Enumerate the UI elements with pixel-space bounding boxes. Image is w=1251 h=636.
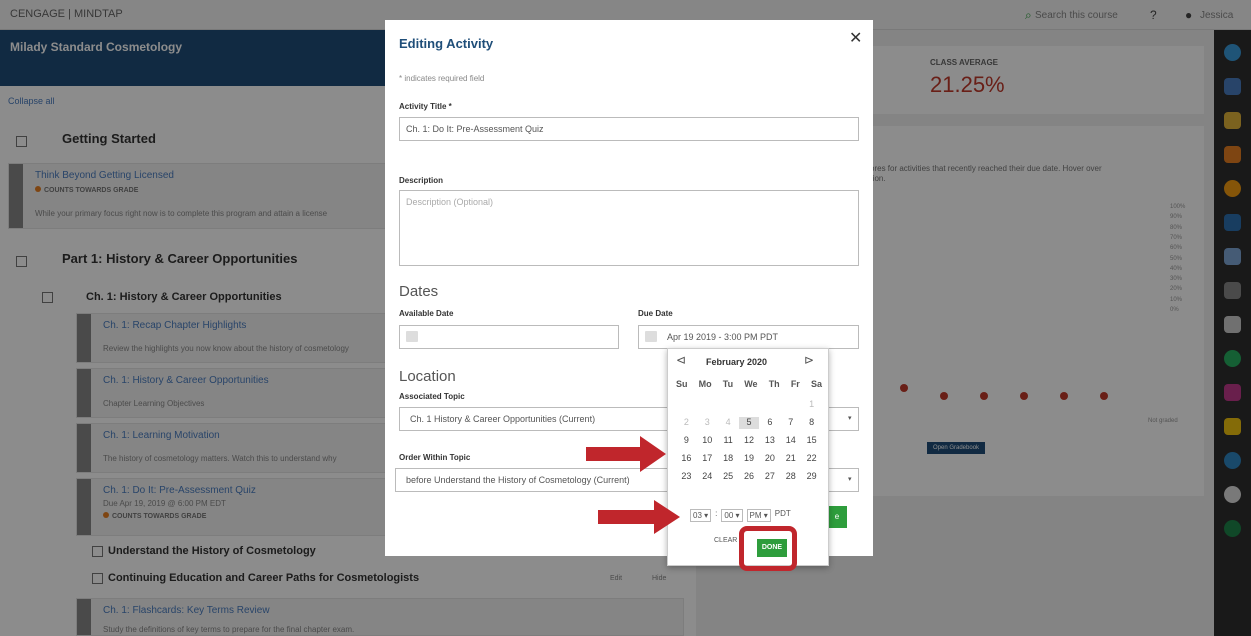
description-field[interactable]: Description (Optional) — [399, 190, 859, 266]
time-picker: 03 ▾ : 00 ▾ PM ▾ PDT — [690, 509, 791, 522]
calendar-day[interactable]: 29 — [801, 471, 822, 483]
close-icon[interactable]: ✕ — [849, 28, 862, 48]
calendar-day-empty — [718, 399, 739, 411]
calendar-day-empty — [759, 399, 780, 411]
location-heading: Location — [399, 368, 456, 385]
calendar-day-empty — [739, 399, 760, 411]
required-note: * indicates required field — [399, 74, 485, 83]
chevron-down-icon: ▾ — [848, 415, 852, 422]
calendar-day[interactable]: 24 — [697, 471, 718, 483]
calendar-icon[interactable] — [645, 331, 657, 342]
calendar-day-empty — [676, 399, 697, 411]
available-date-field[interactable] — [399, 325, 619, 349]
calendar-day[interactable]: 9 — [676, 435, 697, 447]
month-label: February 2020 — [706, 357, 768, 367]
calendar-icon[interactable] — [406, 331, 418, 342]
weekday: Mo — [698, 379, 712, 389]
calendar-day[interactable]: 15 — [801, 435, 822, 447]
weekday: Su — [676, 379, 688, 389]
time-separator: : — [715, 509, 718, 518]
calendar-day[interactable]: 11 — [718, 435, 739, 447]
weekday-header: Su Mo Tu We Th Fr Sa — [676, 379, 822, 389]
calendar-day[interactable]: 12 — [739, 435, 760, 447]
order-value: before Understand the History of Cosmeto… — [406, 475, 630, 485]
dialog-title: Editing Activity — [399, 36, 494, 51]
calendar-day[interactable]: 27 — [759, 471, 780, 483]
weekday: Fr — [790, 379, 800, 389]
weekday: Sa — [810, 379, 822, 389]
activity-title-label: Activity Title * — [399, 102, 452, 111]
calendar-day[interactable]: 14 — [780, 435, 801, 447]
ampm-value: PM — [749, 511, 762, 520]
calendar-day[interactable]: 10 — [697, 435, 718, 447]
calendar-day[interactable]: 6 — [759, 417, 780, 429]
clear-button[interactable]: CLEAR — [714, 537, 737, 544]
ampm-select[interactable]: PM ▾ — [746, 509, 771, 522]
calendar-day[interactable]: 8 — [801, 417, 822, 429]
calendar-day[interactable]: 19 — [739, 453, 760, 465]
day-grid: 1 2 3 4 5 6 7 8 9 10 11 12 13 14 15 16 17 18 19 20 21 22 23 24 2… — [676, 399, 822, 483]
calendar-day[interactable]: 22 — [801, 453, 822, 465]
due-date-field[interactable]: Apr 19 2019 - 3:00 PM PDT — [638, 325, 859, 349]
calendar-day[interactable]: 23 — [676, 471, 697, 483]
associated-topic-label: Associated Topic — [399, 392, 465, 401]
calendar-day-empty — [697, 399, 718, 411]
calendar-day-empty — [780, 399, 801, 411]
chevron-down-icon: ▾ — [848, 476, 852, 483]
dates-heading: Dates — [399, 283, 439, 300]
done-highlight-box — [739, 526, 797, 571]
weekday: We — [744, 379, 758, 389]
associated-topic-value: Ch. 1 History & Career Opportunities (Cu… — [410, 414, 596, 424]
arrow-right-icon — [598, 500, 680, 534]
due-date-value[interactable]: Apr 19 2019 - 3:00 PM PDT — [667, 332, 778, 342]
calendar-day[interactable]: 21 — [780, 453, 801, 465]
available-date-label: Available Date — [399, 309, 454, 318]
calendar-day[interactable]: 4 — [718, 417, 739, 429]
calendar-day[interactable]: 28 — [780, 471, 801, 483]
calendar-day[interactable]: 17 — [697, 453, 718, 465]
next-month-icon[interactable]: ⊳ — [804, 353, 814, 367]
timezone-label: PDT — [774, 509, 791, 518]
calendar-day[interactable]: 13 — [759, 435, 780, 447]
description-label: Description — [399, 176, 444, 185]
minute-value: 00 — [724, 511, 734, 520]
calendar-day[interactable]: 20 — [759, 453, 780, 465]
calendar-day[interactable]: 1 — [801, 399, 822, 411]
calendar-day[interactable]: 7 — [780, 417, 801, 429]
prev-month-icon[interactable]: ⊲ — [676, 353, 686, 367]
due-date-label: Due Date — [638, 309, 673, 318]
weekday: Tu — [722, 379, 734, 389]
save-button[interactable]: e — [827, 506, 847, 528]
hour-value: 03 — [693, 511, 702, 520]
activity-title-input[interactable]: Ch. 1: Do It: Pre-Assessment Quiz — [399, 117, 859, 141]
order-label: Order Within Topic — [399, 453, 471, 462]
calendar-day[interactable]: 3 — [697, 417, 718, 429]
calendar-day[interactable]: 26 — [739, 471, 760, 483]
calendar-day[interactable]: 16 — [676, 453, 697, 465]
minute-select[interactable]: 00 ▾ — [721, 509, 743, 522]
hour-select[interactable]: 03 ▾ — [690, 509, 712, 522]
calendar-day[interactable]: 5 — [738, 417, 760, 429]
arrow-right-icon — [586, 436, 666, 472]
calendar-day[interactable]: 18 — [718, 453, 739, 465]
calendar-day[interactable]: 25 — [718, 471, 739, 483]
calendar-day[interactable]: 2 — [676, 417, 697, 429]
weekday: Th — [768, 379, 780, 389]
